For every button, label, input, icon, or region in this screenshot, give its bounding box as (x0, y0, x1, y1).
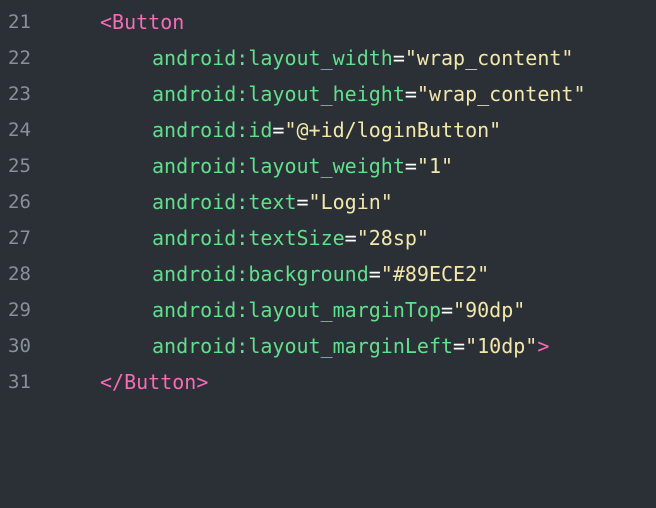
code-line-26: 26 android:text="Login" (0, 184, 656, 220)
attribute-value: "wrap_content" (416, 82, 586, 106)
equals-sign: = (404, 82, 417, 106)
code-line-25: 25 android:layout_weight="1" (0, 148, 656, 184)
code-line-22: 22 android:layout_width="wrap_content" (0, 40, 656, 76)
line-number: 23 (8, 83, 31, 105)
attribute-name: android:layout_height (152, 82, 405, 106)
line-number: 22 (8, 47, 31, 69)
line-number: 30 (8, 335, 31, 357)
code-line-30: 30 android:layout_marginLeft="10dp"> (0, 328, 656, 364)
code-editor[interactable]: 21 <Button 22 android:layout_width="wrap… (0, 0, 656, 405)
equals-sign: = (368, 262, 381, 286)
attribute-name: android:textSize (152, 226, 345, 250)
equals-sign: = (453, 334, 466, 358)
code-content: android:text="Login" (152, 184, 393, 220)
attribute-name: android:layout_marginTop (152, 298, 441, 322)
code-content: android:layout_height="wrap_content" (152, 76, 586, 112)
code-content: android:layout_marginTop="90dp" (152, 292, 525, 328)
code-content: android:layout_weight="1" (152, 148, 453, 184)
attribute-name: android:id (152, 118, 273, 142)
line-number: 26 (8, 191, 31, 213)
code-line-29: 29 android:layout_marginTop="90dp" (0, 292, 656, 328)
code-content: android:textSize="28sp" (152, 220, 429, 256)
tag-close: </Button> (100, 370, 209, 394)
attribute-value: "1" (416, 154, 454, 178)
equals-sign: = (344, 226, 357, 250)
attribute-value: "@+id/loginButton" (284, 118, 502, 142)
line-number: 21 (8, 11, 31, 33)
line-number: 25 (8, 155, 31, 177)
equals-sign: = (440, 298, 454, 322)
code-line-21: 21 <Button (0, 4, 656, 40)
attribute-name: android:background (152, 262, 369, 286)
code-content: android:background="#89ECE2" (152, 256, 489, 292)
attribute-value: "10dp" (465, 334, 538, 358)
equals-sign: = (272, 118, 285, 142)
line-number: 28 (8, 263, 31, 285)
equals-sign: = (392, 46, 405, 70)
code-line-28: 28 android:background="#89ECE2" (0, 256, 656, 292)
line-number: 29 (8, 299, 31, 321)
equals-sign: = (404, 154, 417, 178)
tag-open: <Button (100, 10, 185, 34)
attribute-name: android:layout_width (152, 46, 393, 70)
code-content: android:layout_width="wrap_content" (152, 40, 573, 76)
attribute-value: "28sp" (356, 226, 429, 250)
code-content: android:id="@+id/loginButton" (152, 112, 501, 148)
code-line-24: 24 android:id="@+id/loginButton" (0, 112, 656, 148)
code-content: <Button (100, 4, 184, 40)
attribute-value: "wrap_content" (404, 46, 574, 70)
code-content: android:layout_marginLeft="10dp"> (152, 328, 549, 364)
line-number: 27 (8, 227, 31, 249)
attribute-name: android:text (152, 190, 297, 214)
attribute-value: "Login" (308, 190, 393, 214)
code-line-23: 23 android:layout_height="wrap_content" (0, 76, 656, 112)
attribute-value: "#89ECE2" (380, 262, 490, 286)
code-line-27: 27 android:textSize="28sp" (0, 220, 656, 256)
attribute-name: android:layout_marginLeft (152, 334, 454, 358)
code-content: </Button> (100, 364, 208, 400)
attribute-name: android:layout_weight (152, 154, 405, 178)
code-line-31: 31 </Button> (0, 364, 656, 400)
attribute-value: "90dp" (453, 298, 526, 322)
line-number: 31 (8, 371, 31, 393)
tag-close-bracket: > (537, 334, 550, 358)
line-number: 24 (8, 119, 31, 141)
equals-sign: = (296, 190, 309, 214)
